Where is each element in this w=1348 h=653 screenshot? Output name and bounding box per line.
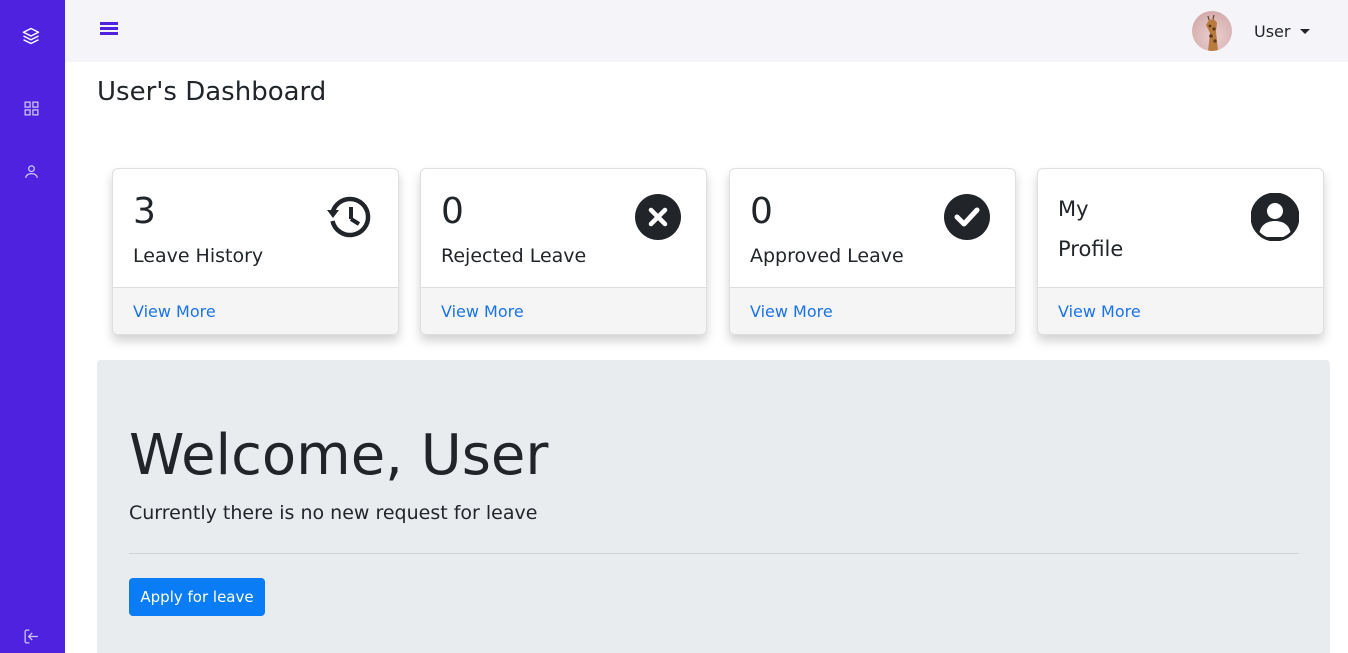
card-label: Rejected Leave [441, 245, 587, 267]
close-circle-icon [634, 193, 682, 241]
welcome-message: Currently there is no new request for le… [129, 502, 538, 524]
page-title: User's Dashboard [97, 77, 327, 107]
sidebar [0, 0, 65, 653]
view-more-link[interactable]: View More [750, 302, 833, 321]
card-footer: View More [1038, 287, 1323, 334]
card-count: 3 [133, 191, 156, 232]
logout-icon[interactable] [20, 625, 42, 647]
hamburger-icon[interactable] [100, 20, 118, 36]
grid-icon[interactable] [20, 97, 42, 119]
card-title: My Profile [1058, 189, 1123, 269]
user-menu[interactable]: User [1254, 19, 1311, 43]
avatar[interactable] [1192, 11, 1232, 51]
topbar: User [65, 0, 1348, 62]
card-label: Approved Leave [750, 245, 904, 267]
divider [129, 553, 1299, 554]
card-count: 0 [441, 191, 464, 232]
card-title-line2: Profile [1058, 237, 1124, 261]
card-rejected-leave: 0 Rejected Leave View More [420, 168, 707, 335]
caret-down-icon [1300, 28, 1311, 34]
card-my-profile: My Profile View More [1037, 168, 1324, 335]
user-name: User [1254, 21, 1291, 41]
apply-for-leave-button[interactable]: Apply for leave [129, 578, 265, 616]
layers-icon[interactable] [20, 25, 42, 47]
card-footer: View More [421, 287, 706, 334]
view-more-link[interactable]: View More [133, 302, 216, 321]
card-footer: View More [113, 287, 398, 334]
view-more-link[interactable]: View More [1058, 302, 1141, 321]
card-label: Leave History [133, 245, 264, 267]
user-circle-icon [1250, 192, 1300, 242]
card-title-line1: My [1058, 197, 1089, 221]
view-more-link[interactable]: View More [441, 302, 524, 321]
card-footer: View More [730, 287, 1015, 334]
card-leave-history: 3 Leave History View More [112, 168, 399, 335]
card-approved-leave: 0 Approved Leave View More [729, 168, 1016, 335]
welcome-panel: Welcome, User Currently there is no new … [97, 360, 1330, 653]
user-icon[interactable] [20, 160, 42, 182]
check-circle-icon [943, 193, 991, 241]
card-count: 0 [750, 191, 773, 232]
history-icon [326, 193, 374, 241]
welcome-heading: Welcome, User [129, 423, 549, 488]
